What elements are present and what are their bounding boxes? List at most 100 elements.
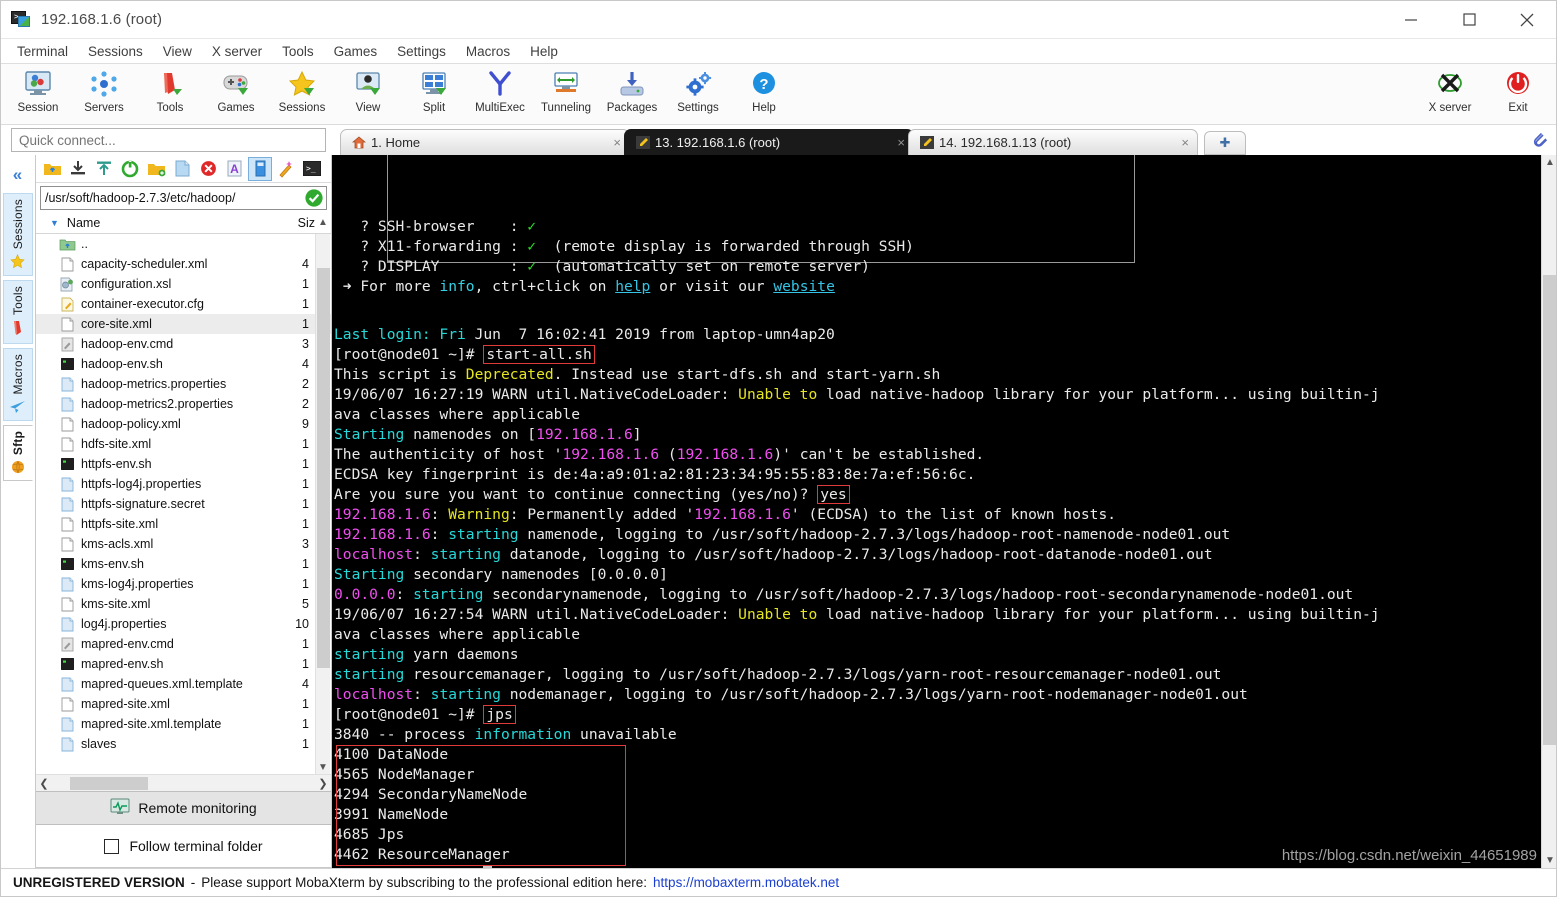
file-row[interactable]: httpfs-site.xml 1 [36,514,331,534]
sort-descending-icon[interactable]: ▼ [50,218,59,228]
terminal-output[interactable]: ? SSH-browser : ✓ ? X11-forwarding : ✓ (… [332,155,1541,868]
hscroll-left-icon[interactable]: ❮ [36,777,52,790]
toolbar-session-button[interactable]: Session [5,64,71,122]
file-row[interactable]: hdfs-site.xml 1 [36,434,331,454]
tab-192-168-1-13-close-icon[interactable]: × [1181,135,1189,150]
file-name: mapred-site.xml.template [81,717,222,731]
file-row[interactable]: hadoop-metrics2.properties 2 [36,394,331,414]
follow-terminal-folder-row[interactable]: Follow terminal folder [36,825,331,867]
close-button[interactable] [1498,1,1556,39]
follow-terminal-folder-checkbox[interactable] [104,838,120,854]
file-row[interactable]: hadoop-policy.xml 9 [36,414,331,434]
toolbar-split-button[interactable]: Split [401,64,467,122]
sidebar-item-tools[interactable]: Tools [2,280,33,345]
menu-view[interactable]: View [153,41,202,62]
toolbar-view-button[interactable]: View [335,64,401,122]
minimize-button[interactable] [1382,1,1440,39]
tab-192-168-1-13[interactable]: 14. 192.168.1.13 (root) × [908,129,1198,155]
file-list-hscrollbar[interactable]: ❮ ❯ [36,774,331,791]
quick-connect-input[interactable] [11,128,326,152]
toolbar-x-server-button[interactable]: X server [1416,64,1484,122]
file-row[interactable]: slaves 1 [36,734,331,754]
toolbar-servers-button[interactable]: Servers [71,64,137,122]
tab-192-168-1-6-close-icon[interactable]: × [897,135,905,150]
tab-home[interactable]: 1. Home × [340,129,630,155]
delete-icon[interactable] [196,157,220,181]
hscroll-right-icon[interactable]: ❯ [315,777,331,790]
file-list-scroll-thumb[interactable] [317,268,330,668]
file-row[interactable]: core-site.xml 1 [36,314,331,334]
refresh-icon[interactable] [118,157,142,181]
sidebar-item-sftp[interactable]: Sftp [2,424,33,481]
file-row[interactable]: kms-env.sh 1 [36,554,331,574]
sidebar-item-sessions[interactable]: Sessions [2,193,33,277]
file-row[interactable]: kms-log4j.properties 1 [36,574,331,594]
file-row[interactable]: configuration.xsl 1 [36,274,331,294]
file-row[interactable]: mapred-env.cmd 1 [36,634,331,654]
tab-home-close-icon[interactable]: × [613,135,621,150]
column-name-header[interactable]: Name [67,216,281,230]
hscroll-thumb[interactable] [70,776,148,790]
toolbar-packages-button[interactable]: Packages [599,64,665,122]
terminal-scroll-thumb[interactable] [1543,275,1556,745]
maximize-button[interactable] [1440,1,1498,39]
menu-terminal[interactable]: Terminal [7,41,78,62]
menu-settings[interactable]: Settings [387,41,456,62]
toolbar-tunneling-button[interactable]: Tunneling [533,64,599,122]
file-row[interactable]: hadoop-metrics.properties 2 [36,374,331,394]
menu-help[interactable]: Help [520,41,568,62]
file-row[interactable]: mapred-site.xml.template 1 [36,714,331,734]
file-row[interactable]: mapred-site.xml 1 [36,694,331,714]
scroll-up-icon[interactable]: ▲ [315,217,331,228]
file-row[interactable]: hadoop-env.sh 4 [36,354,331,374]
sidebar-item-macros[interactable]: Macros [2,348,33,421]
toolbar-games-button[interactable]: Games [203,64,269,122]
download-icon[interactable] [66,157,90,181]
file-row[interactable]: mapred-queues.xml.template 4 [36,674,331,694]
menu-macros[interactable]: Macros [456,41,520,62]
toolbar-settings-button[interactable]: Settings [665,64,731,122]
file-row[interactable]: hadoop-env.cmd 3 [36,334,331,354]
sftp-path-bar[interactable]: /usr/soft/hadoop-2.7.3/etc/hadoop/ [40,186,327,210]
toolbar-multiexec-button[interactable]: MultiExec [467,64,533,122]
scroll-down-icon[interactable]: ▼ [318,762,328,773]
file-row[interactable]: httpfs-log4j.properties 1 [36,474,331,494]
file-row[interactable]: log4j.properties 10 [36,614,331,634]
menu-games[interactable]: Games [324,41,388,62]
menu-x-server[interactable]: X server [202,41,272,62]
file-row[interactable]: kms-site.xml 5 [36,594,331,614]
parent-folder-icon[interactable] [40,157,64,181]
remote-monitoring-button[interactable]: Remote monitoring [36,791,331,825]
file-list-scrollbar[interactable]: ▼ [315,234,330,774]
menu-tools[interactable]: Tools [272,41,324,62]
binary-mode-icon[interactable] [248,156,272,181]
toolbar-tools-button[interactable]: Tools [137,64,203,122]
file-row[interactable]: kms-acls.xml 3 [36,534,331,554]
file-row[interactable]: mapred-env.sh 1 [36,654,331,674]
upload-icon[interactable] [92,157,116,181]
toolbar-sessions-button[interactable]: Sessions [269,64,335,122]
permissions-wand-icon[interactable] [274,157,298,181]
tab-192-168-1-6[interactable]: 13. 192.168.1.6 (root) × [624,129,914,155]
menu-sessions[interactable]: Sessions [78,41,153,62]
paperclip-icon[interactable] [1531,131,1548,152]
column-size-header[interactable]: Siz [281,216,315,230]
sftp-file-list[interactable]: .. capacity-scheduler.xml 4 configuration.x… [36,234,331,774]
toolbar-exit-button[interactable]: Exit [1484,64,1552,122]
new-folder-icon[interactable] [144,157,168,181]
file-row[interactable]: .. [36,234,331,254]
mobaxterm-link[interactable]: https://mobaxterm.mobatek.net [653,875,839,890]
terminal-scroll-down-icon[interactable]: ▼ [1545,855,1555,866]
terminal-scroll-up-icon[interactable]: ▲ [1545,157,1555,168]
file-row[interactable]: container-executor.cfg 1 [36,294,331,314]
terminal-scrollbar[interactable]: ▲ ▼ [1541,155,1556,868]
open-terminal-icon[interactable]: >_ [300,157,324,181]
toolbar-help-button[interactable]: ? Help [731,64,797,122]
text-mode-icon[interactable]: A [222,157,246,181]
file-row[interactable]: httpfs-signature.secret 1 [36,494,331,514]
collapse-chevrons-icon[interactable]: « [13,165,22,185]
file-row[interactable]: capacity-scheduler.xml 4 [36,254,331,274]
file-row[interactable]: httpfs-env.sh 1 [36,454,331,474]
new-tab-button[interactable]: ✚ [1204,131,1246,155]
new-file-icon[interactable] [170,157,194,181]
